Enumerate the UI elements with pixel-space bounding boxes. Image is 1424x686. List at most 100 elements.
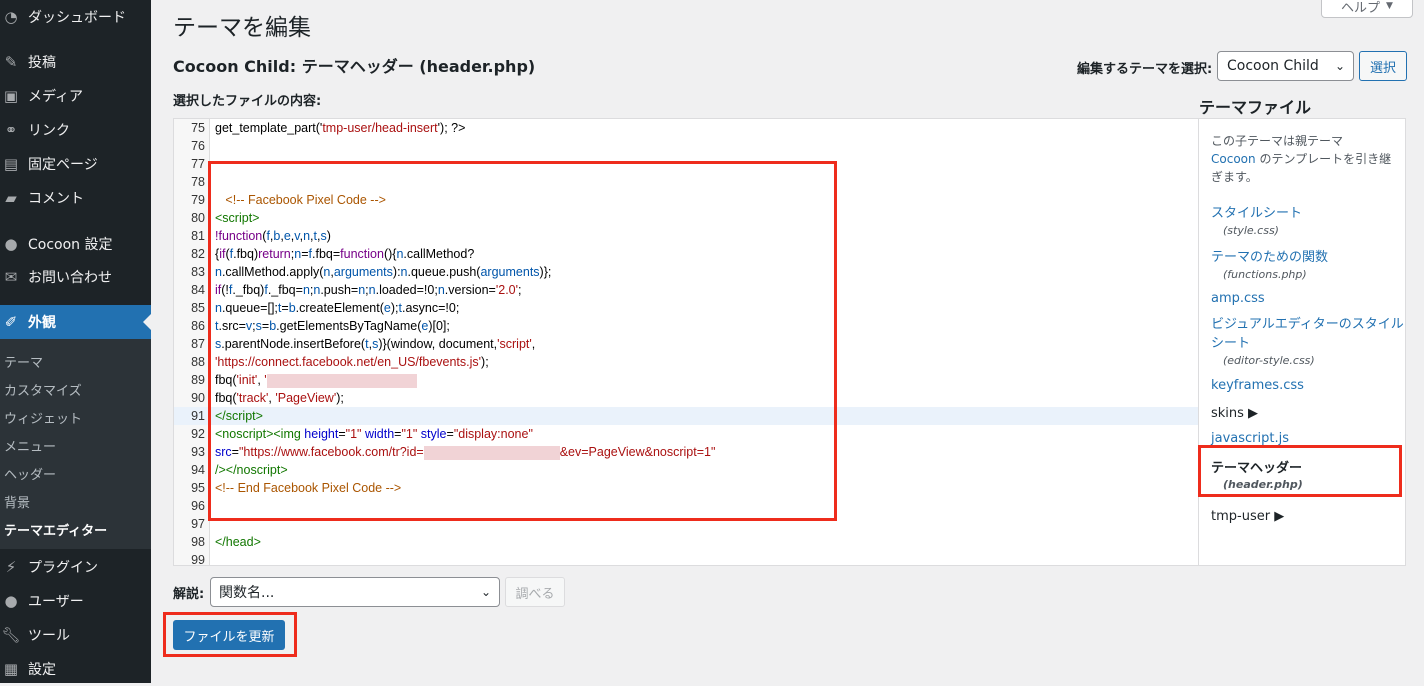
menu-pages[interactable]: ▤ 固定ページ — [0, 147, 151, 181]
code-line[interactable]: 75 get_template_part('tmp-user/head-inser… — [174, 119, 1198, 137]
code-line[interactable]: 76 — [174, 137, 1198, 155]
code-line[interactable]: 83 n.callMethod.apply(n,arguments):n.queu… — [174, 263, 1198, 281]
code-editor[interactable]: 75 get_template_part('tmp-user/head-inser… — [173, 118, 1199, 566]
comment-icon: ▰ — [5, 189, 17, 207]
submenu-widgets[interactable]: ウィジェット — [4, 408, 82, 427]
caret-down-icon: ▼ — [1386, 1, 1393, 11]
line-number: 75 — [191, 121, 205, 135]
menu-contact[interactable]: ✉ お問い合わせ — [0, 260, 151, 294]
line-code: <!-- End Facebook Pixel Code --> — [215, 481, 402, 495]
code-line[interactable]: 98 </head> — [174, 533, 1198, 551]
line-code: get_template_part('tmp-user/head-insert'… — [215, 121, 466, 135]
line-code: !function(f,b,e,v,n,t,s) — [215, 229, 331, 243]
code-line[interactable]: 87 s.parentNode.insertBefore(t,s)}(window… — [174, 335, 1198, 353]
line-code: </head> — [215, 535, 261, 549]
code-line[interactable]: 79 <!-- Facebook Pixel Code --> — [174, 191, 1198, 209]
code-line[interactable]: 89 fbq('init', ' — [174, 371, 1198, 389]
content-label: 選択したファイルの内容: — [173, 94, 322, 109]
menu-media[interactable]: ▣ メディア — [0, 79, 151, 113]
menu-links[interactable]: ⚭ リンク — [0, 113, 151, 147]
line-number: 84 — [191, 283, 205, 297]
chevron-down-icon: ⌄ — [480, 585, 491, 599]
menu-plugins[interactable]: ⚡ プラグイン — [0, 550, 151, 584]
line-code: fbq('init', ' — [215, 371, 417, 389]
line-code: {if(f.fbq)return;n=f.fbq=function(){n.ca… — [215, 247, 475, 261]
file-link-editor-style[interactable]: ビジュアルエディターのスタイルシート — [1211, 315, 1407, 353]
code-line[interactable]: 99 — [174, 551, 1198, 565]
menu-posts[interactable]: ✎ 投稿 — [0, 45, 151, 79]
code-line[interactable]: 88 'https://connect.facebook.net/en_US/fb… — [174, 353, 1198, 371]
file-link-header-current[interactable]: テーマヘッダー — [1211, 457, 1302, 476]
code-line[interactable]: 91 </script> — [174, 407, 1198, 425]
code-line[interactable]: 82 {if(f.fbq)return;n=f.fbq=function(){n.… — [174, 245, 1198, 263]
code-line[interactable]: 93 src="https://www.facebook.com/tr?id= &e… — [174, 443, 1198, 461]
function-name-select[interactable]: 関数名... ⌄ — [210, 577, 500, 607]
menu-tools[interactable]: 🔧︎ ツール — [0, 618, 151, 652]
menu-appearance[interactable]: ✐ 外観 — [0, 305, 151, 339]
theme-select[interactable]: Cocoon Child ⌄ — [1217, 51, 1354, 81]
code-line[interactable]: 97 — [174, 515, 1198, 533]
menu-label: ツール — [28, 628, 70, 644]
line-number: 88 — [191, 355, 205, 369]
line-number: 76 — [191, 139, 205, 153]
update-file-button[interactable]: ファイルを更新 — [173, 620, 285, 650]
code-line[interactable]: 96 — [174, 497, 1198, 515]
function-select-value: 関数名... — [219, 585, 275, 601]
submenu-menus[interactable]: メニュー — [4, 436, 56, 455]
menu-settings[interactable]: ▦ 設定 — [0, 652, 151, 686]
line-code: t.src=v;s=b.getElementsByTagName(e)[0]; — [215, 319, 450, 333]
help-label: ヘルプ — [1341, 0, 1381, 16]
submenu-customize[interactable]: カスタマイズ — [4, 380, 82, 399]
line-number: 96 — [191, 499, 205, 513]
line-code: fbq('track', 'PageView'); — [215, 391, 344, 405]
select-theme-button[interactable]: 選択 — [1359, 51, 1407, 81]
code-line[interactable]: 95 <!-- End Facebook Pixel Code --> — [174, 479, 1198, 497]
code-line[interactable]: 92 <noscript><img height="1" width="1" st… — [174, 425, 1198, 443]
submenu-header[interactable]: ヘッダー — [4, 464, 56, 483]
file-link-javascript[interactable]: javascript.js — [1211, 431, 1289, 446]
code-line[interactable]: 86 t.src=v;s=b.getElementsByTagName(e)[0]… — [174, 317, 1198, 335]
menu-label: リンク — [28, 123, 70, 139]
menu-dashboard[interactable]: ◔ ダッシュボード — [0, 0, 151, 34]
file-name: (functions.php) — [1223, 268, 1307, 281]
help-tab-button[interactable]: ヘルプ ▼ — [1321, 0, 1413, 18]
code-line[interactable]: 77 — [174, 155, 1198, 173]
submenu-theme-editor[interactable]: テーマエディター — [4, 520, 107, 539]
code-line[interactable]: 94 /></noscript> — [174, 461, 1198, 479]
file-link-functions[interactable]: テーマのための関数 — [1211, 246, 1328, 265]
page-title: テーマを編集 — [173, 15, 311, 41]
parent-theme-link[interactable]: Cocoon — [1211, 152, 1256, 166]
file-link-amp-css[interactable]: amp.css — [1211, 291, 1265, 306]
code-line[interactable]: 81 !function(f,b,e,v,n,t,s) — [174, 227, 1198, 245]
code-line[interactable]: 78 — [174, 173, 1198, 191]
code-line[interactable]: 90 fbq('track', 'PageView'); — [174, 389, 1198, 407]
admin-sidebar: ◔ ダッシュボード ✎ 投稿 ▣ メディア ⚭ リンク ▤ 固定ページ ▰ コメント ● Co… — [0, 0, 151, 683]
submenu-themes[interactable]: テーマ — [4, 352, 43, 371]
line-code: n.callMethod.apply(n,arguments):n.queue.… — [215, 265, 552, 279]
line-code: <script> — [215, 211, 260, 225]
line-number: 90 — [191, 391, 205, 405]
appearance-submenu: テーマ カスタマイズ ウィジェット メニュー ヘッダー 背景 テーマエディター — [0, 339, 151, 549]
line-code: </script> — [215, 409, 263, 423]
line-number: 82 — [191, 247, 205, 261]
line-code: 'https://connect.facebook.net/en_US/fbev… — [215, 355, 489, 369]
file-link-keyframes[interactable]: keyframes.css — [1211, 378, 1304, 393]
folder-tmp-user[interactable]: tmp-user ▶ — [1211, 509, 1284, 524]
page-icon: ▤ — [3, 155, 19, 173]
menu-comments[interactable]: ▰ コメント — [0, 181, 151, 215]
menu-cocoon-settings[interactable]: ● Cocoon 設定 — [0, 227, 151, 261]
code-line[interactable]: 85 n.queue=[];t=b.createElement(e);t.asyn… — [174, 299, 1198, 317]
line-number: 93 — [191, 445, 205, 459]
line-code: /></noscript> — [215, 463, 288, 477]
lookup-button[interactable]: 調べる — [505, 577, 565, 607]
code-line[interactable]: 80 <script> — [174, 209, 1198, 227]
folder-skins[interactable]: skins ▶ — [1211, 406, 1258, 421]
code-line[interactable]: 84 if(!f._fbq)f._fbq=n;n.push=n;n.loaded=… — [174, 281, 1198, 299]
submenu-background[interactable]: 背景 — [4, 492, 30, 511]
menu-label: お問い合わせ — [28, 270, 112, 286]
line-number: 77 — [191, 157, 205, 171]
file-link-style-css[interactable]: スタイルシート — [1211, 202, 1302, 221]
menu-users[interactable]: ● ユーザー — [0, 584, 151, 618]
child-theme-description: この子テーマは親テーマ Cocoon のテンプレートを引き継ぎます。 — [1211, 132, 1401, 186]
circle-icon: ● — [4, 235, 18, 253]
